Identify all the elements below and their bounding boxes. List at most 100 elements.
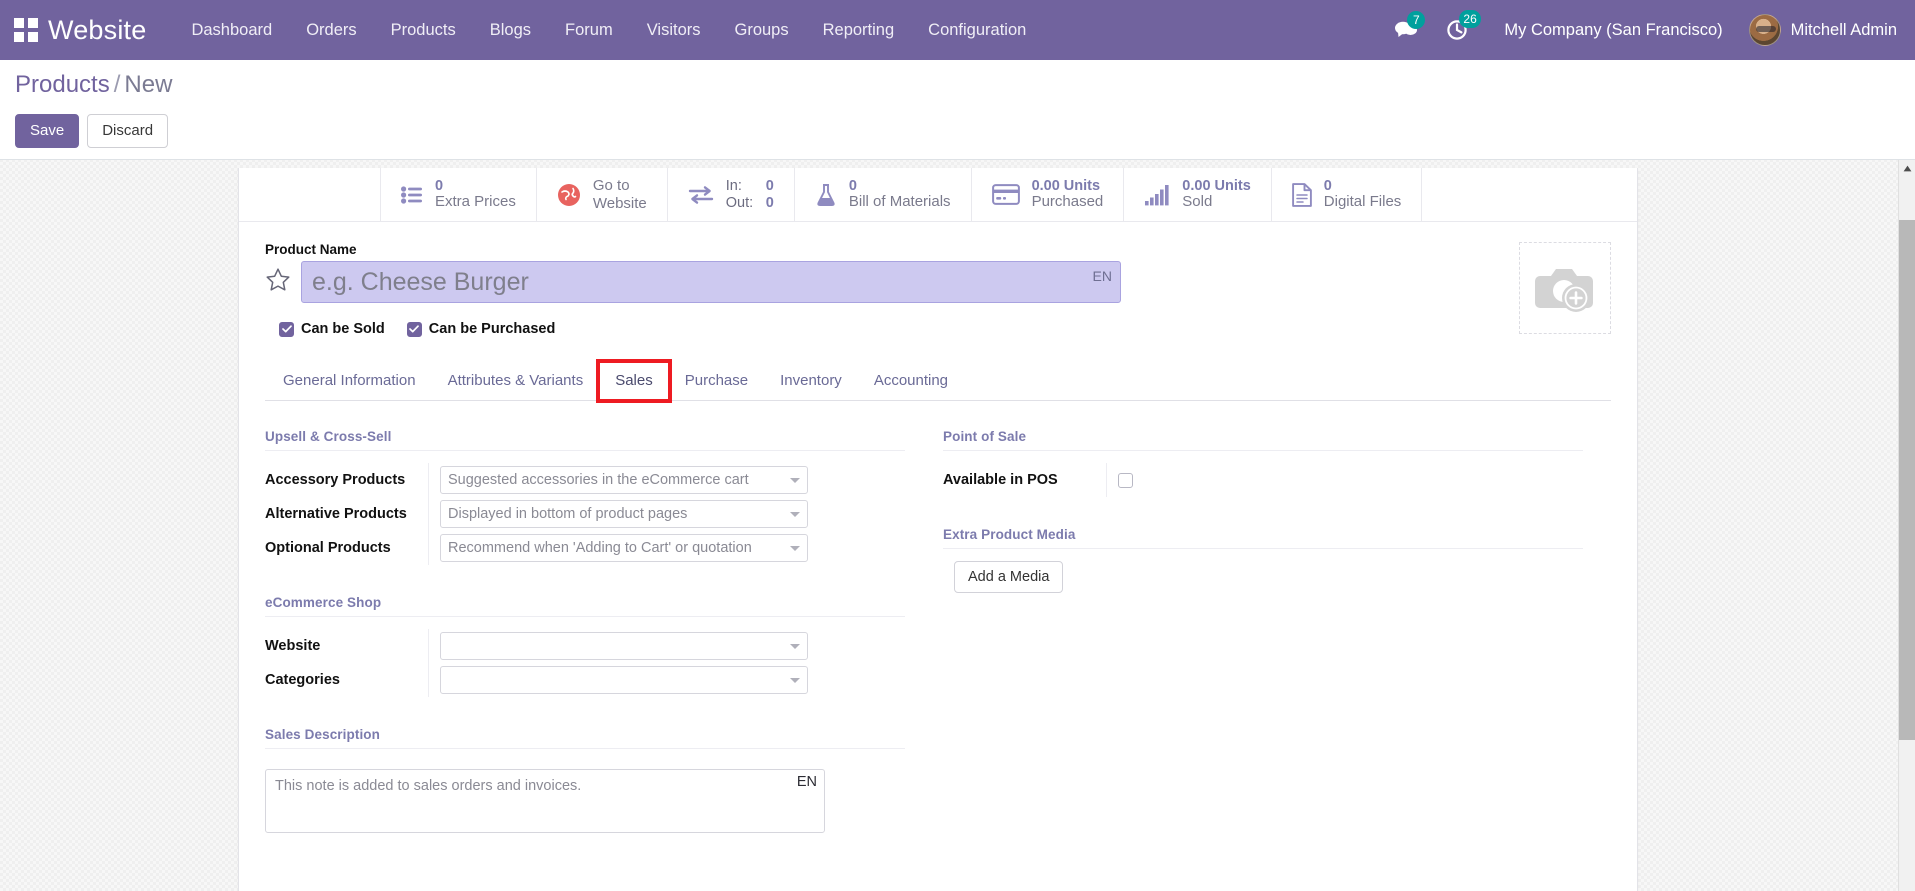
menu-forum[interactable]: Forum: [548, 0, 630, 60]
save-button[interactable]: Save: [15, 114, 80, 148]
menu-groups[interactable]: Groups: [718, 0, 806, 60]
menu-configuration[interactable]: Configuration: [911, 0, 1043, 60]
label-website: Website: [265, 638, 321, 654]
tab-purchase[interactable]: Purchase: [669, 362, 764, 400]
stat-button-sold[interactable]: 0.00 Units Sold: [1124, 168, 1272, 221]
group-title-extra-media: Extra Product Media: [943, 527, 1583, 549]
group-upsell-cross-sell: Upsell & Cross-Sell Accessory Products S…: [265, 429, 905, 565]
left-column: Upsell & Cross-Sell Accessory Products S…: [265, 429, 905, 863]
group-sales-description: Sales Description This note is added to …: [265, 727, 905, 833]
sales-description-placeholder: This note is added to sales orders and i…: [275, 778, 582, 794]
language-badge-name[interactable]: EN: [1093, 268, 1112, 284]
group-title-pos: Point of Sale: [943, 429, 1583, 451]
label-categories: Categories: [265, 672, 340, 688]
label-available-in-pos: Available in POS: [943, 472, 1058, 488]
label-accessory-products: Accessory Products: [265, 472, 406, 488]
field-website: Website: [265, 629, 905, 663]
field-categories: Categories: [265, 663, 905, 697]
tab-accounting[interactable]: Accounting: [858, 362, 964, 400]
stat-text: 0.00 Units Purchased: [1032, 178, 1104, 211]
tab-inventory[interactable]: Inventory: [764, 362, 858, 400]
scrollbar-thumb[interactable]: [1899, 220, 1915, 740]
user-menu[interactable]: Mitchell Admin: [1748, 14, 1897, 46]
vertical-scrollbar[interactable]: [1898, 160, 1915, 891]
label-optional-products: Optional Products: [265, 540, 391, 556]
credit-card-icon: [991, 184, 1020, 205]
stat-button-bar: 0 Extra Prices Go to Website In: 0 Out: …: [239, 168, 1637, 222]
chevron-down-icon[interactable]: [790, 512, 800, 517]
top-navbar: Website Dashboard Orders Products Blogs …: [0, 0, 1915, 60]
categories-select[interactable]: [440, 666, 808, 694]
stat-button-bill-of-materials[interactable]: 0 Bill of Materials: [795, 168, 972, 221]
messages-badge: 7: [1407, 11, 1426, 29]
stat-button-extra-prices[interactable]: 0 Extra Prices: [381, 168, 537, 221]
star-icon[interactable]: [265, 267, 291, 298]
can-be-purchased-checkbox[interactable]: Can be Purchased: [406, 321, 555, 337]
menu-dashboard[interactable]: Dashboard: [174, 0, 289, 60]
stat-button-digital-files[interactable]: 0 Digital Files: [1272, 168, 1423, 221]
add-a-media-button[interactable]: Add a Media: [954, 561, 1064, 593]
apps-grid-icon[interactable]: [14, 18, 38, 42]
chevron-down-icon[interactable]: [790, 678, 800, 683]
stat-row-out: Out: 0: [726, 195, 774, 211]
stat-line1-go-to: Go to: [592, 177, 630, 195]
messages-button[interactable]: 7: [1394, 11, 1426, 40]
stat-text: Go to Website: [593, 177, 647, 212]
product-name-input[interactable]: [302, 267, 1120, 297]
stat-text: 0 Digital Files: [1324, 178, 1402, 211]
label-alternative-products: Alternative Products: [265, 506, 407, 522]
stat-button-in-out[interactable]: In: 0 Out: 0: [668, 168, 795, 221]
company-switcher[interactable]: My Company (San Francisco): [1504, 21, 1722, 40]
globe-icon: [557, 183, 581, 207]
optional-products-select[interactable]: Recommend when 'Adding to Cart' or quota…: [440, 534, 808, 562]
product-image-upload[interactable]: [1519, 242, 1611, 334]
alternative-products-select[interactable]: Displayed in bottom of product pages: [440, 500, 808, 528]
stat-value-out: 0: [765, 194, 774, 211]
app-brand-website[interactable]: Website: [48, 15, 146, 46]
group-title-ecommerce: eCommerce Shop: [265, 595, 905, 617]
sales-tab-content: Upsell & Cross-Sell Accessory Products S…: [265, 401, 1611, 863]
menu-blogs[interactable]: Blogs: [473, 0, 548, 60]
language-badge-description[interactable]: EN: [797, 774, 817, 790]
available-in-pos-checkbox[interactable]: [1118, 472, 1133, 488]
stat-button-go-to-website[interactable]: Go to Website: [537, 168, 668, 221]
right-column: Point of Sale Available in POS Extra Pro…: [943, 429, 1583, 863]
tab-attributes-variants[interactable]: Attributes & Variants: [432, 362, 600, 400]
page-root: Website Dashboard Orders Products Blogs …: [0, 0, 1915, 891]
product-name-field[interactable]: EN: [301, 261, 1121, 303]
menu-products[interactable]: Products: [374, 0, 473, 60]
accessory-products-select[interactable]: Suggested accessories in the eCommerce c…: [440, 466, 808, 494]
breadcrumb: Products / New: [15, 71, 172, 99]
breadcrumb-products[interactable]: Products: [15, 71, 110, 98]
activities-button[interactable]: 26: [1446, 10, 1481, 41]
tab-sales[interactable]: Sales: [596, 359, 672, 403]
bar-chart-icon: [1144, 184, 1170, 206]
chevron-down-icon[interactable]: [790, 478, 800, 483]
chevron-down-icon[interactable]: [790, 644, 800, 649]
alternative-products-placeholder: Displayed in bottom of product pages: [448, 506, 688, 522]
scroll-up-arrow-icon[interactable]: [1899, 160, 1915, 177]
website-select[interactable]: [440, 632, 808, 660]
stat-line2-website: Website: [592, 194, 647, 212]
stat-text: 0.00 Units Sold: [1182, 178, 1251, 211]
stat-text: In: 0 Out: 0: [726, 178, 774, 210]
field-optional-products: Optional Products Recommend when 'Adding…: [265, 531, 905, 565]
record-action-buttons: Save Discard: [15, 114, 169, 148]
stat-value-bom: 0: [848, 177, 857, 194]
menu-orders[interactable]: Orders: [289, 0, 373, 60]
can-be-sold-checkbox[interactable]: Can be Sold: [279, 321, 385, 337]
discard-button[interactable]: Discard: [87, 114, 169, 148]
stat-label-sold: Sold: [1182, 193, 1213, 211]
sales-description-textarea[interactable]: This note is added to sales orders and i…: [265, 769, 825, 833]
stat-value-extra-prices: 0: [435, 177, 444, 194]
navbar-right-section: 7 26 My Company (San Francisco) Mitchell…: [1380, 0, 1915, 60]
tab-general-information[interactable]: General Information: [267, 362, 432, 400]
file-icon: [1291, 182, 1312, 207]
can-be-sold-label: Can be Sold: [301, 321, 385, 337]
menu-reporting[interactable]: Reporting: [806, 0, 912, 60]
notebook-tabs: General Information Attributes & Variant…: [265, 359, 1611, 403]
chevron-down-icon[interactable]: [790, 546, 800, 551]
stat-key-out: Out:: [725, 194, 754, 211]
stat-button-purchased[interactable]: 0.00 Units Purchased: [972, 168, 1125, 221]
menu-visitors[interactable]: Visitors: [630, 0, 718, 60]
